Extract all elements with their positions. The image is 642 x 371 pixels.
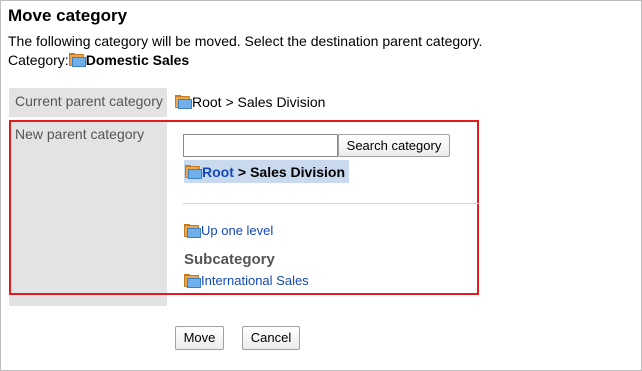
category-label: Category:: [8, 52, 69, 68]
folder-icon: [68, 53, 86, 67]
folder-icon: [185, 164, 202, 179]
category-name: Domestic Sales: [85, 52, 190, 68]
divider: [183, 203, 479, 204]
path-root-link[interactable]: Root: [202, 164, 234, 180]
subcategory-item[interactable]: International Sales: [184, 273, 309, 288]
move-button[interactable]: Move: [175, 326, 224, 350]
move-category-panel: Move category The following category wil…: [0, 0, 642, 371]
cancel-button[interactable]: Cancel: [242, 326, 300, 350]
up-one-level[interactable]: Up one level: [184, 223, 273, 238]
selected-path: Root > Sales Division: [184, 160, 350, 183]
current-parent-value: Root > Sales Division: [175, 94, 325, 110]
path-separator: >: [237, 163, 247, 180]
category-search-input[interactable]: [183, 134, 338, 157]
subcategory-link[interactable]: International Sales: [201, 273, 309, 288]
subcategory-heading: Subcategory: [184, 251, 275, 268]
search-category-button[interactable]: Search category: [338, 134, 450, 157]
current-parent-path: Root > Sales Division: [192, 94, 326, 110]
path-current: Sales Division: [250, 163, 346, 180]
folder-icon: [184, 223, 201, 238]
current-parent-label: Current parent category: [9, 88, 167, 117]
page-title: Move category: [8, 6, 128, 25]
up-one-level-link[interactable]: Up one level: [201, 223, 273, 238]
page-description: The following category will be moved. Se…: [8, 33, 483, 49]
folder-icon: [175, 95, 192, 109]
folder-icon: [184, 273, 201, 288]
category-line: Category: Domestic Sales: [8, 52, 189, 68]
